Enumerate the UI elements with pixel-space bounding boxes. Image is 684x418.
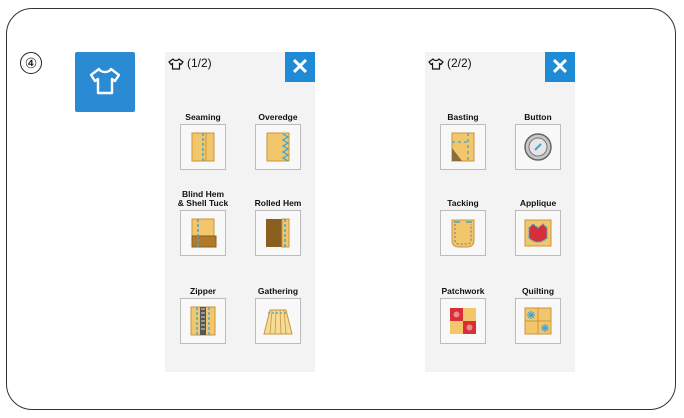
basting-button[interactable]: [440, 124, 486, 170]
item-label: Blind Hem & Shell Tuck: [177, 189, 229, 208]
stitch-gathering[interactable]: Gathering: [245, 278, 311, 344]
basting-icon: [451, 132, 475, 162]
stitch-basting[interactable]: Basting: [430, 104, 496, 170]
gathering-icon: [263, 309, 293, 335]
tacking-icon: [451, 219, 475, 248]
stitch-blind-hem[interactable]: Blind Hem & Shell Tuck: [170, 190, 236, 256]
item-label: Rolled Hem: [254, 198, 302, 208]
quilting-icon: [524, 307, 552, 335]
item-label: Patchwork: [441, 286, 485, 296]
applique-button[interactable]: [515, 210, 561, 256]
stitch-overedge[interactable]: Overedge: [245, 104, 311, 170]
applique-icon: [524, 219, 552, 247]
item-label: Gathering: [257, 286, 299, 296]
seaming-icon: [191, 132, 215, 162]
rolled-hem-button[interactable]: [255, 210, 301, 256]
stitch-quilting[interactable]: Quilting: [505, 278, 571, 344]
tshirt-icon: [168, 58, 184, 70]
stitch-button[interactable]: Button: [505, 104, 571, 170]
seaming-button[interactable]: [180, 124, 226, 170]
garment-panel-page-2: (2/2) ✕ Basting Button Tacking Applique …: [425, 52, 575, 372]
item-label: Applique: [519, 198, 557, 208]
gathering-button[interactable]: [255, 298, 301, 344]
zipper-button[interactable]: [180, 298, 226, 344]
overedge-icon: [266, 132, 290, 162]
item-label: Button: [524, 112, 552, 122]
stitch-tacking[interactable]: Tacking: [430, 190, 496, 256]
item-label: Basting: [447, 112, 479, 122]
garment-panel-page-1: (1/2) ✕ Seaming Overedge Blind Hem & She…: [165, 52, 315, 372]
rolled-hem-icon: [266, 218, 290, 248]
close-button[interactable]: ✕: [545, 52, 575, 82]
stitch-patchwork[interactable]: Patchwork: [430, 278, 496, 344]
item-label: Quilting: [521, 286, 555, 296]
button-stitch-button[interactable]: [515, 124, 561, 170]
item-label: Seaming: [185, 112, 221, 122]
item-label: Overedge: [258, 112, 298, 122]
overedge-button[interactable]: [255, 124, 301, 170]
step-number: ④: [20, 52, 42, 74]
patchwork-icon: [450, 308, 476, 334]
patchwork-button[interactable]: [440, 298, 486, 344]
tshirt-icon: [428, 58, 444, 70]
item-label: Zipper: [190, 286, 216, 296]
stitch-seaming[interactable]: Seaming: [170, 104, 236, 170]
page-indicator: (1/2): [187, 56, 212, 70]
stitch-zipper[interactable]: Zipper: [170, 278, 236, 344]
blind-hem-button[interactable]: [180, 210, 226, 256]
garment-mode-icon: [75, 52, 135, 112]
stitch-applique[interactable]: Applique: [505, 190, 571, 256]
zipper-icon: [190, 306, 216, 336]
tacking-button[interactable]: [440, 210, 486, 256]
quilting-button[interactable]: [515, 298, 561, 344]
page-indicator: (2/2): [447, 56, 472, 70]
item-label: Tacking: [447, 198, 479, 208]
stitch-rolled-hem[interactable]: Rolled Hem: [245, 190, 311, 256]
blind-hem-icon: [191, 218, 217, 248]
button-icon: [524, 133, 552, 161]
close-button[interactable]: ✕: [285, 52, 315, 82]
